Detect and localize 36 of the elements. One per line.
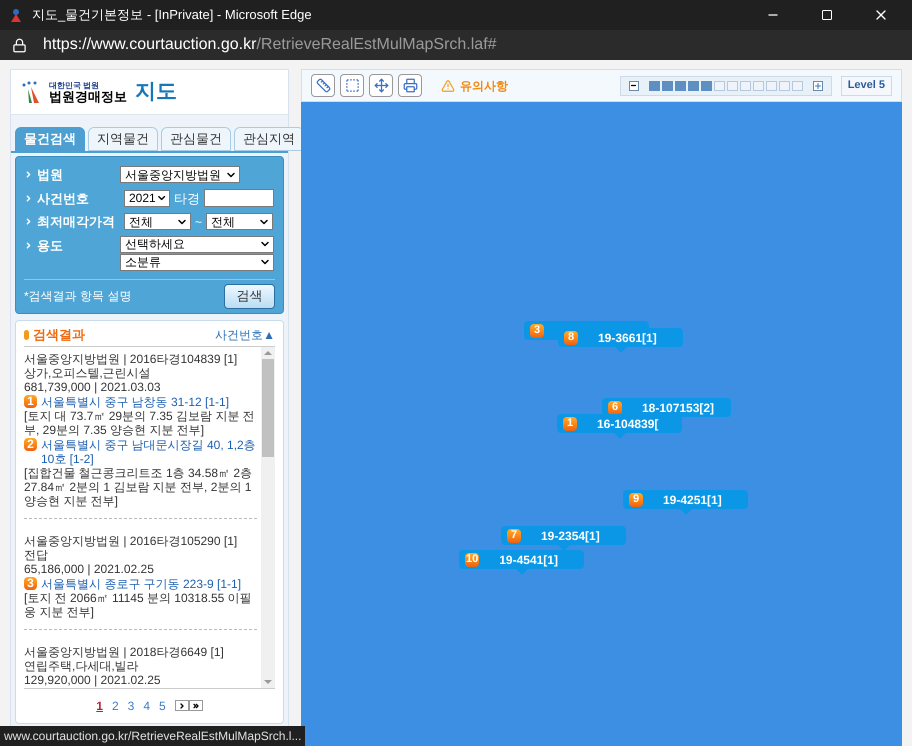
- number-badge: 3: [24, 576, 37, 590]
- number-badge: 6: [608, 400, 622, 414]
- price-date-text: 65,186,000 | 2021.02.25: [24, 562, 155, 576]
- logo-name: 법원경매정보: [49, 90, 127, 102]
- property-detail: [토지 대 73.7㎡ 29분의 7.35 김보람 지분 전부, 29분의 7.35 양승현 지분 전부]: [24, 408, 256, 436]
- price-label: 최저매각가격: [37, 213, 115, 231]
- window-title: 지도_물건기본정보 - [InPrivate] - Microsoft Edge: [32, 6, 312, 24]
- usage-text: 전답: [24, 548, 49, 562]
- case-number-label: 사건번호: [37, 190, 89, 208]
- status-bar: www.courtauction.go.kr/RetrieveRealEstMulMapSrch.l...: [0, 726, 306, 746]
- number-badge: 7: [507, 528, 521, 542]
- property-detail: [집합건물 철근콩크리트조 1층 34.58㎡ 2층 27.84㎡ 2분의 1 김보람 지분 전부, 2분의 1 양승현 지분 전부]: [24, 466, 254, 508]
- number-badge: 2: [24, 438, 37, 450]
- usage-label: 용도: [37, 236, 63, 254]
- url-text: https://www.courtauction.go.kr/RetrieveRealEstMulMapSrch.laf#: [43, 35, 497, 55]
- case-text: 서울중앙지방법원 | 2016타경104839 [1]: [24, 352, 238, 366]
- case-text: 서울중앙지방법원 | 2016타경105290 [1]: [24, 534, 238, 548]
- page-title: 지도: [135, 79, 177, 106]
- price-date-text: 681,739,000 | 2021.03.03: [24, 380, 162, 394]
- case-text: 서울중앙지방법원 | 2018타경6649 [1]: [24, 644, 225, 658]
- property-detail: [토지 전 2066㎡ 11145 분의 10318.55 이필웅 지분 전부]: [24, 590, 253, 618]
- logo-subtitle: 대한민국 법원: [49, 82, 100, 90]
- number-badge: 3: [530, 324, 544, 338]
- usage-text: 연립주택,다세대,빌라: [24, 658, 140, 672]
- number-badge: 10: [465, 552, 480, 566]
- range-separator: ~: [195, 214, 202, 231]
- zoom-level-label: Level 5: [840, 76, 892, 96]
- number-badge: 1: [563, 416, 577, 430]
- number-badge: 9: [629, 492, 643, 506]
- case-type-label: 타경: [174, 190, 200, 208]
- usage-text: 상가,오피스텔,근린시설: [24, 366, 152, 380]
- number-badge: 1: [24, 394, 37, 408]
- results-title: 검색결과: [33, 326, 85, 344]
- price-date-text: 129,920,000 | 2021.02.25: [24, 672, 162, 686]
- court-label: 법원: [37, 166, 63, 184]
- number-badge: 8: [564, 330, 578, 344]
